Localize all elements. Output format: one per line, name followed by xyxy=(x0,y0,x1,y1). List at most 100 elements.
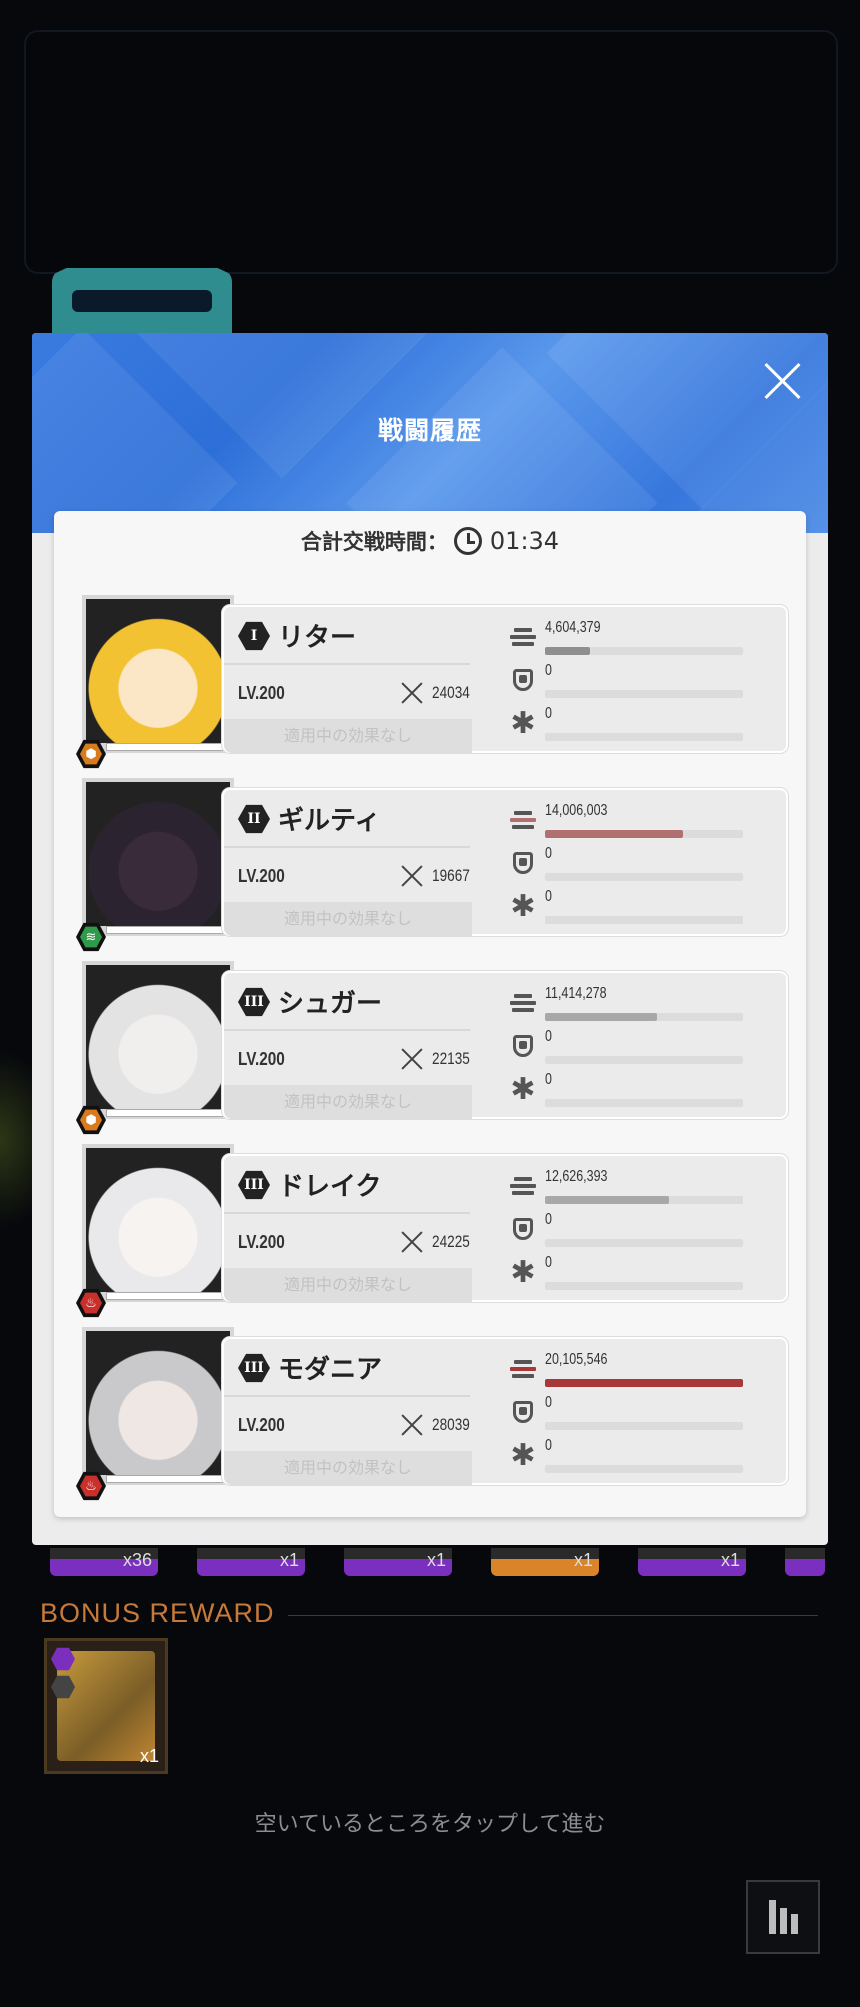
battle-stats: 12,626,393 0 ✱ 0 xyxy=(509,1156,769,1300)
damage-stat: 11,414,278 xyxy=(509,985,769,1025)
heal-stat: ✱ 0 xyxy=(509,705,769,745)
clock-icon xyxy=(453,527,482,555)
damage-bar xyxy=(545,1379,743,1387)
shield-icon xyxy=(509,849,537,877)
asterisk-icon: ✱ xyxy=(510,1254,536,1290)
shield-value: 0 xyxy=(545,1028,552,1045)
reward-item[interactable]: x1 xyxy=(491,1548,599,1576)
reward-item[interactable]: x1 xyxy=(197,1548,305,1576)
character-name: シュガー xyxy=(278,989,383,1019)
battle-stats: 20,105,546 0 ✱ 0 xyxy=(509,1339,769,1483)
reward-item[interactable] xyxy=(785,1548,825,1576)
shield-stat: 0 xyxy=(509,662,769,702)
shield-bar xyxy=(545,873,743,881)
shield-bar xyxy=(545,1422,743,1430)
character-row: ♨ III モダニア LV.200 28039 適用中の効果なし 20,105,… xyxy=(76,1327,788,1501)
battle-history-modal: 戦闘履歴 合計交戦時間： 01:34 ⬢ I リター LV.200 24034 … xyxy=(32,333,828,1545)
element-icon: ≋ xyxy=(76,922,106,952)
divider xyxy=(224,846,470,848)
heal-stat: ✱ 0 xyxy=(509,1071,769,1111)
battle-stats: 11,414,278 0 ✱ 0 xyxy=(509,973,769,1117)
tap-to-continue-hint[interactable]: 空いているところをタップして進む xyxy=(0,1806,860,1838)
reward-item-quantity: x36 xyxy=(122,1550,152,1570)
bar-chart-icon[interactable] xyxy=(746,1880,820,1954)
element-icon: ♨ xyxy=(76,1288,106,1318)
damage-bar-fill xyxy=(545,1379,743,1387)
shield-icon xyxy=(509,1215,537,1243)
character-portrait: ≋ xyxy=(76,778,234,952)
character-portrait: ⬢ xyxy=(76,595,234,769)
shield-bar xyxy=(545,1056,743,1064)
character-level: LV.200 xyxy=(238,1415,285,1435)
damage-bar-fill xyxy=(545,1013,658,1021)
character-stats-card: III シュガー LV.200 22135 適用中の効果なし 11,414,27… xyxy=(222,971,788,1119)
shield-value: 0 xyxy=(545,662,552,679)
character-portrait: ♨ xyxy=(76,1144,234,1318)
heal-value: 0 xyxy=(545,705,552,722)
element-icon: ♨ xyxy=(76,1471,106,1501)
heal-stat: ✱ 0 xyxy=(509,1254,769,1294)
character-name: リター xyxy=(278,623,357,653)
character-stats-card: I リター LV.200 24034 適用中の効果なし 4,604,379 0 xyxy=(222,605,788,753)
effect-status: 適用中の効果なし xyxy=(224,1268,472,1302)
character-name: ギルティ xyxy=(278,806,381,836)
reward-item[interactable]: x1 xyxy=(344,1548,452,1576)
shield-icon xyxy=(509,1398,537,1426)
damage-value: 14,006,003 xyxy=(545,802,608,819)
burst-rank-badge: I xyxy=(238,621,270,651)
bonus-reward-label: BONUS REWARD xyxy=(40,1598,275,1628)
character-stats-card: III モダニア LV.200 28039 適用中の効果なし 20,105,54… xyxy=(222,1337,788,1485)
heal-bar xyxy=(545,733,743,741)
burst-rank-badge: III xyxy=(238,1170,270,1200)
character-row: ⬢ I リター LV.200 24034 適用中の効果なし 4,604,379 xyxy=(76,595,788,769)
damage-stat: 14,006,003 xyxy=(509,802,769,842)
effect-status: 適用中の効果なし xyxy=(224,1451,472,1485)
character-row: ≋ II ギルティ LV.200 19667 適用中の効果なし 14,006,0… xyxy=(76,778,788,952)
element-icon: ⬢ xyxy=(76,1105,106,1135)
heal-bar xyxy=(545,916,743,924)
reward-quantity: x1 xyxy=(139,1746,159,1766)
reward-item[interactable]: x36 xyxy=(50,1548,158,1576)
asterisk-icon: ✱ xyxy=(510,705,536,741)
background-tab xyxy=(52,268,232,336)
character-stats-card: II ギルティ LV.200 19667 適用中の効果なし 14,006,003… xyxy=(222,788,788,936)
asterisk-icon: ✱ xyxy=(510,1437,536,1473)
crossed-swords-icon xyxy=(400,1230,424,1254)
reward-item-quantity: x1 xyxy=(279,1550,299,1570)
combat-power: 24034 xyxy=(432,683,470,702)
heal-stat: ✱ 0 xyxy=(509,1437,769,1477)
reward-item-image xyxy=(57,1651,155,1761)
background-frame xyxy=(24,30,838,274)
burst-rank-badge: III xyxy=(238,1353,270,1383)
divider xyxy=(224,1395,470,1397)
reward-item[interactable]: x1 xyxy=(638,1548,746,1576)
crossed-swords-icon xyxy=(400,864,424,888)
crossed-swords-icon xyxy=(400,1413,424,1437)
element-icon: ⬢ xyxy=(76,739,106,769)
asterisk-icon: ✱ xyxy=(510,888,536,924)
character-name: モダニア xyxy=(278,1355,383,1385)
shield-stat: 0 xyxy=(509,845,769,885)
character-level: LV.200 xyxy=(238,683,285,703)
effect-status: 適用中の効果なし xyxy=(224,902,472,936)
heal-stat: ✱ 0 xyxy=(509,888,769,928)
shield-stat: 0 xyxy=(509,1211,769,1251)
heal-bar xyxy=(545,1099,743,1107)
bonus-reward-item[interactable]: x1 xyxy=(44,1638,168,1774)
battle-stats: 14,006,003 0 ✱ 0 xyxy=(509,790,769,934)
character-row: ⬢ III シュガー LV.200 22135 適用中の効果なし 11,414,… xyxy=(76,961,788,1135)
total-time-value: 01:34 xyxy=(489,527,560,555)
effect-status: 適用中の効果なし xyxy=(224,719,472,753)
reward-item-quantity: x1 xyxy=(720,1550,740,1570)
combat-power: 22135 xyxy=(432,1049,470,1068)
character-level: LV.200 xyxy=(238,1232,285,1252)
damage-bars-icon xyxy=(509,1355,537,1383)
shield-value: 0 xyxy=(545,1211,552,1228)
battle-stats: 4,604,379 0 ✱ 0 xyxy=(509,607,769,751)
close-icon[interactable] xyxy=(762,361,802,401)
modal-title: 戦闘履歴 xyxy=(377,416,482,445)
burst-rank-badge: II xyxy=(238,804,270,834)
character-name: ドレイク xyxy=(278,1172,382,1202)
effect-status: 適用中の効果なし xyxy=(224,1085,472,1119)
damage-stat: 12,626,393 xyxy=(509,1168,769,1208)
